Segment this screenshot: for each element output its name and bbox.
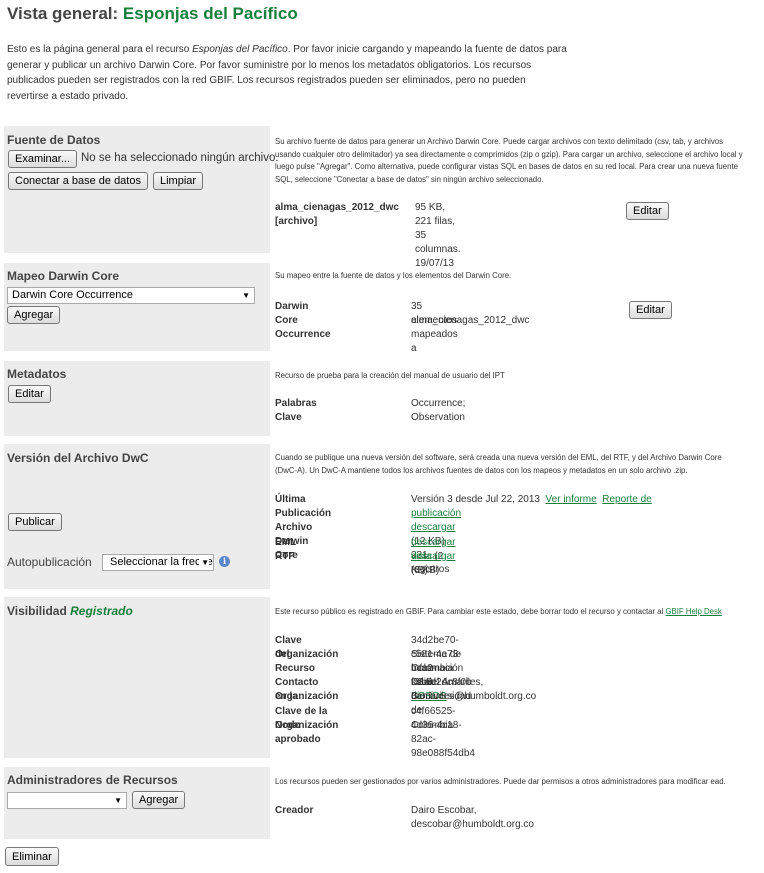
mapping-core-info-2: alma_cienagas_2012_dwc	[411, 315, 530, 326]
version-description: Cuando se publique una nueva versión del…	[275, 453, 722, 475]
metadata-description: Recurso de prueba para la creación del m…	[275, 371, 505, 380]
chevron-down-icon: ▼	[242, 291, 250, 300]
contact-label-2: Organización	[275, 691, 339, 702]
source-file-info: 95 KB, 221 filas, 35 columnas. 19/07/13	[415, 202, 461, 269]
intro-text: Esto es la página general para el recurs…	[7, 44, 567, 102]
last-publication-value: Versión 3 desde Jul 22, 2013 Ver informe…	[411, 494, 652, 519]
page-title: Vista general: Esponjas del Pacífico	[7, 4, 298, 24]
source-file-name: alma_cienagas_2012_dwc	[275, 202, 399, 213]
eml-label: EML	[275, 537, 297, 548]
autopublish-label: Autopublicación	[7, 555, 92, 569]
organization-label: Organización	[275, 649, 339, 660]
sources-description: Su archivo fuente de datos para generar …	[275, 137, 743, 184]
mapping-edit-button[interactable]: Editar	[629, 301, 672, 319]
mapping-panel: Mapeo Darwin Core Darwin Core Occurrence…	[4, 263, 270, 351]
node-label: Nodo aprobado	[275, 720, 321, 745]
rtf-label: RTF	[275, 551, 295, 562]
info-icon[interactable]: i	[219, 556, 230, 567]
managers-title: Administradores de Recursos	[7, 773, 178, 787]
mapping-title: Mapeo Darwin Core	[7, 269, 120, 283]
eml-download-link[interactable]: descargar	[411, 537, 455, 548]
version-panel: Versión del Archivo DwC Publicar Autopub…	[4, 444, 270, 589]
keywords-label: Palabras Clave	[275, 398, 317, 423]
clear-button[interactable]: Limpiar	[153, 172, 204, 190]
source-file-type: [archivo]	[275, 216, 318, 227]
connect-db-button[interactable]: Conectar a base de datos	[8, 172, 148, 190]
managers-description: Los recursos pueden ser gestionados por …	[275, 777, 726, 786]
helpdesk-link[interactable]: GBIF Help Desk	[665, 607, 721, 616]
managers-panel: Administradores de Recursos ▼ Agregar	[4, 767, 270, 839]
no-file-note: No se ha seleccionado ningún archivo.	[81, 152, 279, 164]
visibility-panel: Visibilidad Registrado	[4, 597, 270, 758]
sources-panel: Fuente de Datos Examinar... No se ha sel…	[4, 126, 279, 253]
view-report-link[interactable]: Ver informe	[546, 494, 597, 505]
last-publication-label: Última Publicación	[275, 494, 332, 519]
rtf-value: descargar (3 KB)	[411, 551, 456, 576]
contact-value: Daniel Amariles, damariles@humboldt.org.…	[411, 677, 537, 702]
visibility-description: Este recurso público es registrado en GB…	[275, 607, 722, 616]
org-key-value: c4f66525-4d36-4c18-82ac-98e088f54db4	[411, 706, 475, 759]
publish-button[interactable]: Publicar	[8, 513, 62, 531]
creator-value: Dairo Escobar, descobar@humboldt.org.co	[411, 805, 534, 830]
metadata-edit-button[interactable]: Editar	[8, 385, 51, 403]
chevron-down-icon: ▼	[114, 796, 122, 805]
chevron-down-icon: ▼	[199, 555, 209, 570]
dwca-download-link[interactable]: descargar	[411, 522, 455, 533]
resource-name: Esponjas del Pacífico	[122, 4, 298, 23]
mapping-add-button[interactable]: Agregar	[7, 306, 61, 324]
page-title-prefix: Vista general:	[7, 4, 119, 23]
mapping-core-name: Darwin Core Occurrence	[275, 301, 331, 340]
metadata-title: Metadatos	[7, 367, 67, 381]
creator-label: Creador	[275, 805, 314, 816]
node-value: Colombia	[411, 720, 454, 731]
delete-resource-button[interactable]: Eliminar	[5, 847, 59, 866]
managers-select[interactable]: ▼	[7, 792, 127, 809]
managers-add-button[interactable]: Agregar	[132, 791, 186, 809]
metadata-panel: Metadatos Editar	[4, 361, 270, 436]
mapping-description: Su mapeo entre la fuente de datos y los …	[275, 271, 512, 280]
visibility-title: Visibilidad Registrado	[7, 604, 133, 618]
sources-title: Fuente de Datos	[7, 133, 101, 147]
keywords-value: Occurrence; Observation	[411, 398, 466, 423]
visibility-status: Registrado	[70, 604, 133, 618]
autopublish-select[interactable]: Seleccionar la frecuencia ▼	[102, 554, 214, 571]
browse-button[interactable]: Examinar...	[8, 150, 78, 168]
rtf-download-link[interactable]: descargar	[411, 551, 455, 562]
version-title: Versión del Archivo DwC	[7, 451, 149, 465]
source-edit-button[interactable]: Editar	[626, 202, 669, 220]
mapping-core-info-1: 35 elementos mapeados a	[411, 301, 458, 354]
mapping-core-select[interactable]: Darwin Core Occurrence ▼	[7, 287, 255, 304]
